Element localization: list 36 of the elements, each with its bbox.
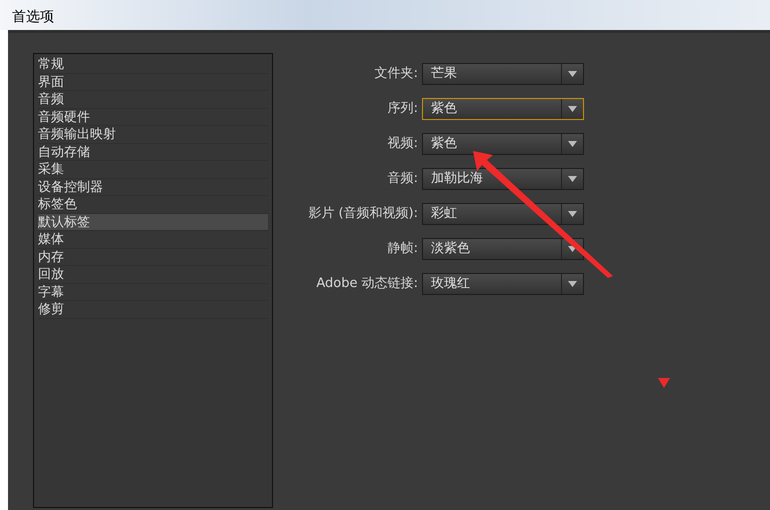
caret-icon xyxy=(568,71,577,77)
field-label: 文件夹: xyxy=(374,65,418,84)
field-label: Adobe 动态链接: xyxy=(315,275,418,294)
dropdown[interactable]: 淡紫色 xyxy=(422,238,584,260)
category-item[interactable]: 自动存储 xyxy=(38,144,268,161)
dropdown[interactable]: 彩虹 xyxy=(422,203,584,225)
field-label: 视频: xyxy=(386,135,418,154)
category-item[interactable]: 媒体 xyxy=(38,231,268,248)
category-item[interactable]: 回放 xyxy=(38,266,268,284)
field-label: 音频: xyxy=(386,170,418,188)
category-item[interactable]: 设备控制器 xyxy=(38,178,268,196)
caret-icon xyxy=(568,211,577,217)
category-item[interactable]: 采集 xyxy=(38,161,268,178)
dropdown[interactable]: 紫色 xyxy=(422,133,584,155)
caret-icon xyxy=(568,141,577,147)
dropdown[interactable]: 芒果 xyxy=(422,63,584,85)
category-item[interactable]: 内存 xyxy=(38,248,268,266)
category-item[interactable]: 常规 xyxy=(38,56,268,74)
window-title: 首选项 xyxy=(12,9,54,25)
dropdown[interactable]: 加勒比海 xyxy=(422,168,584,190)
category-item[interactable]: 界面 xyxy=(38,74,268,91)
caret-icon xyxy=(568,106,577,112)
category-item[interactable]: 音频输出映射 xyxy=(38,126,268,144)
field-label: 序列: xyxy=(386,100,418,118)
category-item[interactable]: 默认标签 xyxy=(38,214,268,231)
dropdown[interactable]: 紫色 xyxy=(422,98,584,120)
caret-icon xyxy=(568,176,577,182)
category-item[interactable]: 修剪 xyxy=(38,301,268,318)
caret-icon xyxy=(568,281,577,287)
field-label: 影片 (音频和视频): xyxy=(307,205,418,224)
dropdown[interactable]: 玫瑰红 xyxy=(422,273,584,295)
triangle-icon xyxy=(658,378,670,388)
category-item[interactable]: 音频 xyxy=(38,91,268,108)
category-item[interactable]: 音频硬件 xyxy=(38,108,268,126)
category-item[interactable]: 字幕 xyxy=(38,284,268,301)
field-label: 静帧: xyxy=(386,240,418,258)
